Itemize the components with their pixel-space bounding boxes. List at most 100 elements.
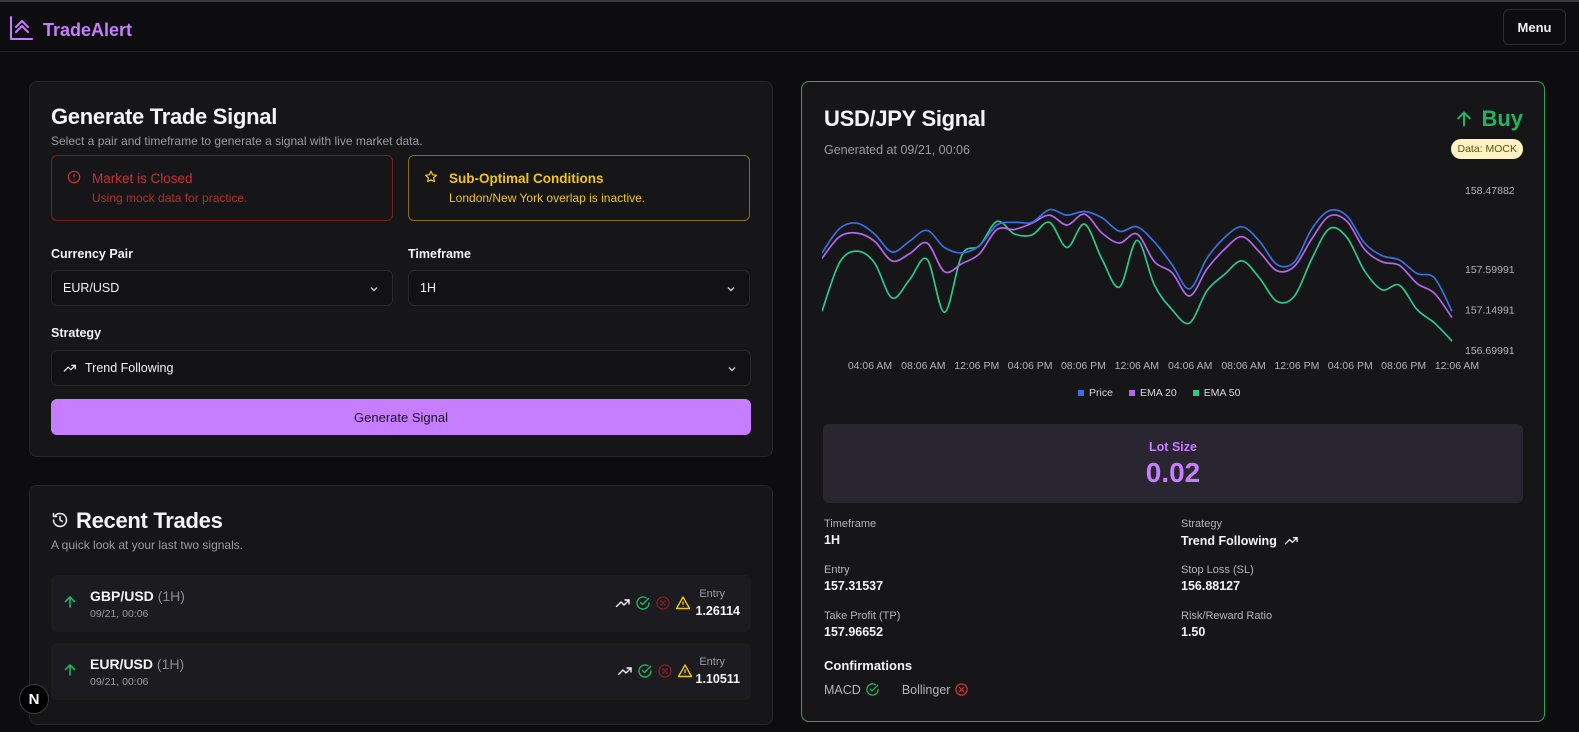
x-tick-label: 12:06 AM	[1115, 360, 1159, 372]
app-header: TradeAlert Menu	[0, 2, 1579, 52]
x-tick-label: 12:06 PM	[954, 360, 999, 372]
trade-pair-name: EUR/USD	[90, 656, 154, 672]
series-line-ema-20	[822, 213, 1453, 319]
signal-title: USD/JPY Signal	[824, 106, 986, 131]
x-circle-icon	[955, 683, 969, 696]
y-tick-label: 157.59991	[1465, 264, 1515, 276]
recent-trades-subtitle: A quick look at your last two signals.	[51, 538, 244, 552]
detail-value: 156.88127	[1181, 579, 1241, 593]
entry-value: 1.10511	[695, 672, 741, 686]
star-icon	[424, 170, 438, 189]
alert-title: Market is Closed	[92, 171, 193, 186]
strategy-detail: Strategy Trend Following	[1181, 518, 1299, 548]
alert-body: Using mock data for practice.	[92, 191, 248, 205]
signal-generated-time: Generated at 09/21, 00:06	[824, 143, 970, 157]
arrow-up-icon	[1457, 111, 1472, 127]
arrow-up-icon	[63, 663, 77, 682]
x-tick-label: 04:06 PM	[1328, 360, 1373, 372]
detail-label: Strategy	[1181, 518, 1222, 530]
risk-reward-detail: Risk/Reward Ratio 1.50	[1181, 610, 1272, 639]
x-tick-label: 08:06 PM	[1061, 360, 1106, 372]
generator-title: Generate Trade Signal	[51, 104, 278, 129]
trending-up-icon	[63, 361, 77, 375]
timeframe-select[interactable]: 1H	[408, 270, 750, 306]
trade-time: 09/21, 00:06	[90, 676, 149, 688]
legend-label: EMA 20	[1139, 387, 1177, 399]
trade-time: 09/21, 00:06	[90, 608, 149, 620]
trade-status-icons	[615, 595, 691, 611]
x-tick-label: 04:06 AM	[848, 360, 892, 372]
currency-pair-value: EUR/USD	[63, 281, 120, 295]
nextjs-dev-badge[interactable]: N	[19, 684, 49, 714]
app-logo[interactable]: TradeAlert	[9, 16, 132, 45]
trending-up-icon	[617, 667, 632, 676]
warning-triangle-icon	[677, 664, 693, 678]
app-name: TradeAlert	[43, 20, 133, 40]
nextjs-n-logo: N	[28, 690, 40, 708]
signal-direction: Buy	[1455, 106, 1523, 132]
legend-item: EMA 50	[1192, 387, 1241, 399]
signal-card: USD/JPY Signal Generated at 09/21, 00:06…	[801, 81, 1545, 722]
lot-size-value: 0.02	[1145, 457, 1201, 488]
chevron-down-icon	[726, 363, 738, 378]
x-circle-icon	[656, 596, 670, 610]
detail-value: 1H	[824, 533, 840, 547]
entry-value: 1.26114	[695, 604, 741, 618]
alert-title: Sub-Optimal Conditions	[449, 171, 604, 186]
stop-loss-detail: Stop Loss (SL) 156.88127	[1181, 564, 1254, 593]
legend-swatch	[1192, 390, 1199, 396]
menu-button[interactable]: Menu	[1503, 9, 1566, 45]
trade-pair: GBP/USD (1H)	[90, 588, 185, 604]
detail-value: Trend Following	[1181, 533, 1299, 548]
history-icon	[51, 511, 69, 534]
detail-value: 157.96652	[824, 625, 884, 639]
currency-pair-label: Currency Pair	[51, 247, 133, 261]
confirmation-bollinger: Bollinger	[901, 682, 951, 697]
take-profit-detail: Take Profit (TP) 157.96652	[824, 610, 900, 639]
strategy-label: Strategy	[51, 326, 102, 340]
x-tick-label: 12:06 AM	[1435, 360, 1479, 372]
check-circle-icon	[636, 596, 650, 610]
generator-subtitle: Select a pair and timeframe to generate …	[51, 134, 423, 148]
timeframe-value: 1H	[420, 281, 436, 295]
strategy-name: Trend Following	[1181, 533, 1277, 548]
detail-value: 157.31537	[824, 579, 884, 593]
recent-trades-card: Recent Trades A quick look at your last …	[29, 485, 773, 725]
x-tick-label: 12:06 PM	[1274, 360, 1319, 372]
timeframe-label: Timeframe	[408, 247, 471, 261]
sub-optimal-alert: Sub-Optimal Conditions London/New York o…	[408, 155, 750, 221]
entry-detail: Entry 157.31537	[824, 564, 883, 593]
strategy-value: Trend Following	[85, 361, 174, 375]
market-closed-alert: Market is Closed Using mock data for pra…	[51, 155, 393, 221]
lot-size-box: Lot Size 0.02	[823, 424, 1523, 503]
trade-pair-name: GBP/USD	[90, 588, 154, 604]
detail-label: Stop Loss (SL)	[1181, 564, 1254, 576]
confirmation-macd: MACD	[824, 682, 861, 697]
strategy-select[interactable]: Trend Following	[51, 350, 751, 386]
trade-timeframe: (1H)	[157, 588, 185, 604]
price-chart: 158.47882 157.59991 157.14991 156.69991 04:0…	[822, 185, 1515, 372]
lot-size-label: Lot Size	[1149, 440, 1197, 454]
x-tick-label: 08:06 AM	[1221, 360, 1265, 372]
entry-label: Entry	[699, 588, 725, 600]
x-tick-label: 04:06 AM	[1168, 360, 1212, 372]
series-line-price	[822, 208, 1453, 312]
alert-body: London/New York overlap is inactive.	[449, 191, 646, 205]
legend-item: EMA 20	[1128, 387, 1177, 399]
legend-swatch	[1078, 390, 1084, 396]
generate-signal-card: Generate Trade Signal Select a pair and …	[29, 81, 773, 457]
generate-signal-button[interactable]: Generate Signal	[51, 399, 751, 435]
x-tick-label: 08:06 PM	[1381, 360, 1426, 372]
legend-swatch	[1128, 390, 1135, 396]
trending-up-icon	[1284, 537, 1298, 545]
x-tick-label: 04:06 PM	[1008, 360, 1053, 372]
chevron-down-icon	[368, 283, 380, 298]
confirmations-title: Confirmations	[824, 658, 913, 673]
currency-pair-select[interactable]: EUR/USD	[51, 270, 393, 306]
arrow-up-icon	[63, 595, 77, 614]
trade-row[interactable]: GBP/USD (1H) 09/21, 00:06 Entry 1.26114	[51, 575, 751, 632]
trade-row[interactable]: EUR/USD (1H) 09/21, 00:06 Entry 1.10511	[51, 643, 751, 700]
y-tick-label: 157.14991	[1465, 305, 1515, 317]
trade-status-icons	[617, 663, 693, 679]
data-source-badge: Data: MOCK	[1451, 139, 1523, 159]
